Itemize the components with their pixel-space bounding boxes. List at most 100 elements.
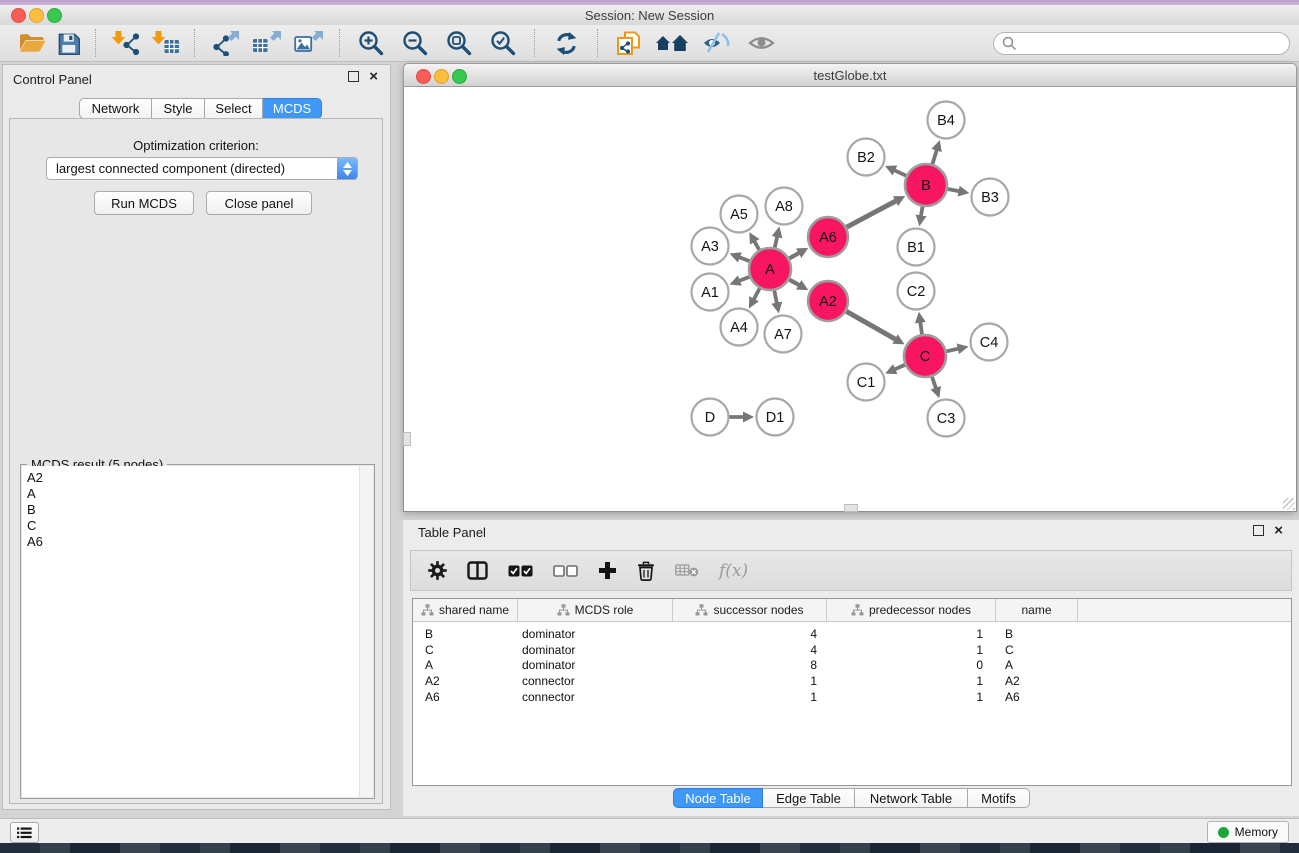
edge-B-B2[interactable] — [890, 168, 906, 175]
cell-name[interactable]: A — [996, 658, 1078, 672]
node-b3[interactable]: B3 — [972, 179, 1009, 216]
node-d1[interactable]: D1 — [757, 399, 794, 436]
mcds-result-list[interactable]: A2ABCA6 — [22, 466, 373, 797]
zoom-in-button[interactable] — [349, 26, 393, 60]
result-item-a6[interactable]: A6 — [27, 534, 373, 550]
cell-MCDS-role[interactable]: connector — [518, 674, 673, 688]
network-window-titlebar[interactable]: testGlobe.txt — [403, 63, 1297, 87]
edge-A-A3[interactable] — [735, 255, 750, 261]
tab-node-table[interactable]: Node Table — [673, 788, 763, 808]
network-canvas[interactable]: B4B2BB3A8A5A6A3B1AA1C2A2A4A7C4CC1C3DD1 — [403, 87, 1297, 512]
cell-MCDS-role[interactable]: dominator — [518, 627, 673, 641]
result-scrollbar[interactable] — [359, 466, 373, 797]
tab-mcds[interactable]: MCDS — [263, 98, 322, 119]
column-header-shared-name[interactable]: shared name — [413, 599, 518, 621]
session-titlebar[interactable]: Session: New Session — [0, 5, 1299, 26]
node-a[interactable]: A — [749, 248, 791, 290]
column-header-predecessor-nodes[interactable]: predecessor nodes — [827, 599, 996, 621]
criterion-dropdown[interactable]: largest connected component (directed) — [46, 157, 358, 180]
close-table-panel-icon[interactable]: × — [1274, 525, 1283, 536]
show-column-button[interactable] — [467, 561, 488, 580]
node-table[interactable]: shared nameMCDS rolesuccessor nodesprede… — [412, 598, 1292, 786]
cell-successor-nodes[interactable]: 1 — [673, 674, 827, 688]
table-row-c[interactable]: Cdominator41C — [413, 642, 1291, 658]
node-a6[interactable]: A6 — [808, 217, 848, 257]
memory-button[interactable]: Memory — [1207, 821, 1289, 843]
zoom-selected-button[interactable] — [481, 26, 525, 60]
edge-A-A8[interactable] — [775, 232, 778, 248]
clone-network-button[interactable] — [607, 26, 649, 60]
node-b[interactable]: B — [905, 164, 947, 206]
edge-A-A4[interactable] — [751, 288, 759, 303]
window-resize-grip[interactable] — [1283, 498, 1295, 510]
export-table-button[interactable] — [246, 26, 288, 60]
node-d[interactable]: D — [692, 399, 729, 436]
canvas-left-grip[interactable] — [403, 432, 411, 446]
cell-predecessor-nodes[interactable]: 1 — [827, 627, 996, 641]
cell-shared-name[interactable]: A6 — [413, 690, 518, 704]
node-b4[interactable]: B4 — [928, 102, 965, 139]
home-view-button[interactable] — [649, 26, 695, 60]
cell-MCDS-role[interactable]: dominator — [518, 658, 673, 672]
zoom-out-button[interactable] — [393, 26, 437, 60]
cell-name[interactable]: C — [996, 643, 1078, 657]
edge-A-A2[interactable] — [789, 280, 803, 288]
delete-column-button[interactable] — [637, 561, 655, 581]
tab-network[interactable]: Network — [79, 98, 152, 119]
hide-graphics-details-button[interactable] — [695, 26, 739, 60]
deselect-all-button[interactable] — [553, 565, 578, 577]
search-field[interactable] — [993, 32, 1290, 55]
column-header-MCDS-role[interactable]: MCDS role — [518, 599, 673, 621]
close-panel-button[interactable]: Close panel — [206, 191, 312, 215]
tab-edge-table[interactable]: Edge Table — [763, 788, 855, 808]
edge-C-C3[interactable] — [932, 377, 937, 393]
column-header-successor-nodes[interactable]: successor nodes — [673, 599, 827, 621]
cell-shared-name[interactable]: A2 — [413, 674, 518, 688]
edge-C-C1[interactable] — [890, 365, 905, 371]
result-item-a[interactable]: A — [27, 486, 373, 502]
float-panel-icon[interactable] — [348, 71, 359, 82]
show-details-button[interactable] — [739, 26, 783, 60]
run-mcds-button[interactable]: Run MCDS — [94, 191, 194, 215]
close-panel-icon[interactable]: × — [369, 71, 378, 82]
table-settings-button[interactable] — [428, 561, 447, 580]
edge-A-A7[interactable] — [774, 291, 777, 308]
select-all-button[interactable] — [508, 565, 533, 577]
function-builder-button[interactable]: f(x) — [719, 561, 748, 581]
export-network-button[interactable] — [204, 26, 246, 60]
cell-predecessor-nodes[interactable]: 1 — [827, 674, 996, 688]
cell-successor-nodes[interactable]: 4 — [673, 643, 827, 657]
cell-MCDS-role[interactable]: dominator — [518, 643, 673, 657]
result-item-c[interactable]: C — [27, 518, 373, 534]
zoom-fit-button[interactable] — [437, 26, 481, 60]
result-item-b[interactable]: B — [27, 502, 373, 518]
node-b1[interactable]: B1 — [898, 229, 935, 266]
save-session-button[interactable] — [50, 26, 86, 60]
cell-MCDS-role[interactable]: connector — [518, 690, 673, 704]
node-c[interactable]: C — [904, 335, 946, 377]
edge-A2-C[interactable] — [846, 311, 900, 341]
cell-shared-name[interactable]: A — [413, 658, 518, 672]
edge-A-A1[interactable] — [735, 277, 750, 283]
tab-style[interactable]: Style — [152, 98, 205, 119]
node-c1[interactable]: C1 — [848, 364, 885, 401]
node-b2[interactable]: B2 — [848, 139, 885, 176]
edge-A6-B[interactable] — [847, 199, 901, 228]
tab-network-table[interactable]: Network Table — [855, 788, 968, 808]
edge-A-A5[interactable] — [752, 237, 759, 250]
node-a5[interactable]: A5 — [721, 196, 758, 233]
cell-successor-nodes[interactable]: 4 — [673, 627, 827, 641]
tab-motifs[interactable]: Motifs — [968, 788, 1030, 808]
cell-predecessor-nodes[interactable]: 1 — [827, 690, 996, 704]
export-image-button[interactable] — [288, 26, 330, 60]
result-item-a2[interactable]: A2 — [27, 470, 373, 486]
edge-B-B1[interactable] — [920, 207, 922, 221]
node-a4[interactable]: A4 — [721, 309, 758, 346]
canvas-bottom-grip[interactable] — [844, 504, 858, 512]
table-row-a6[interactable]: A6connector11A6 — [413, 689, 1291, 705]
edge-C-C4[interactable] — [946, 348, 963, 352]
table-row-a[interactable]: Adominator80A — [413, 657, 1291, 673]
edge-A-A6[interactable] — [789, 251, 803, 259]
delete-table-button[interactable] — [675, 563, 699, 578]
cell-shared-name[interactable]: C — [413, 643, 518, 657]
